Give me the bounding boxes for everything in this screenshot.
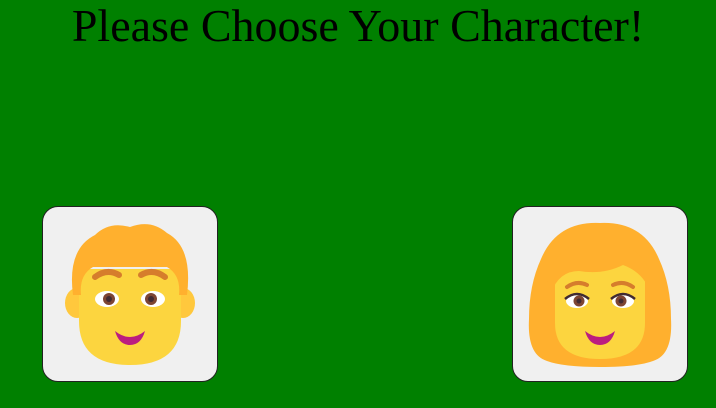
woman-face-icon [525,219,675,369]
page-title: Please Choose Your Character! [71,0,645,51]
man-face-icon [65,219,195,369]
female-character-button[interactable] [512,206,688,382]
male-character-button[interactable] [42,206,218,382]
